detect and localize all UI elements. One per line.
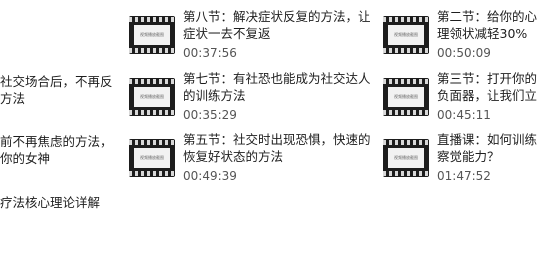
thumbnail-caption: 视频播放截图 bbox=[394, 155, 418, 160]
thumbnail-caption: 视频播放截图 bbox=[394, 94, 418, 99]
thumbnail-caption: 视频播放截图 bbox=[140, 155, 164, 160]
course-title: 第二节：给你的心理领状减轻30% bbox=[437, 9, 538, 41]
course-title-fragment[interactable]: 你的女神 bbox=[0, 150, 118, 167]
video-thumbnail-icon: 视频播放截图 bbox=[129, 16, 175, 54]
video-thumbnail-icon: 视频播放截图 bbox=[129, 78, 175, 116]
course-title: 第五节：社交时出现恐惧，快速的恢复好状态的方法 bbox=[183, 132, 371, 164]
course-title-fragment[interactable]: 前不再焦虑的方法， bbox=[0, 133, 118, 150]
course-title-fragment[interactable]: 疗法核心理论详解 bbox=[0, 194, 118, 211]
video-thumbnail-icon: 视频播放截图 bbox=[383, 139, 429, 177]
course-duration: 00:45:11 bbox=[437, 108, 491, 122]
course-list-page: { "left_fragments": [ "社交场合后，不再反", "方法",… bbox=[0, 0, 550, 269]
course-duration: 00:35:29 bbox=[183, 108, 237, 122]
course-duration: 00:37:56 bbox=[183, 46, 237, 60]
thumbnail-caption: 视频播放截图 bbox=[140, 94, 164, 99]
course-title: 第八节：解决症状反复的方法，让症状一去不复返 bbox=[183, 9, 371, 41]
course-card[interactable]: 视频播放截图 第三节：打开你的负面器，让我们立刻轻松起 00:45:11 bbox=[383, 66, 550, 128]
course-card[interactable]: 视频播放截图 第二节：给你的心理领状减轻30% 00:50:09 bbox=[383, 4, 550, 66]
course-title-fragment[interactable]: 方法 bbox=[0, 90, 118, 107]
course-title: 直播课：如何训练察觉能力？ bbox=[437, 132, 538, 164]
course-duration: 00:50:09 bbox=[437, 46, 491, 60]
video-thumbnail-icon: 视频播放截图 bbox=[129, 139, 175, 177]
course-card[interactable]: 视频播放截图 第五节：社交时出现恐惧，快速的恢复好状态的方法 00:49:39 bbox=[129, 127, 371, 189]
course-title: 第三节：打开你的负面器，让我们立刻轻松起 bbox=[437, 71, 538, 103]
course-card[interactable]: 视频播放截图 直播课：如何训练察觉能力？ 01:47:52 bbox=[383, 127, 550, 189]
thumbnail-caption: 视频播放截图 bbox=[394, 32, 418, 37]
course-title-fragment[interactable]: 社交场合后，不再反 bbox=[0, 73, 118, 90]
course-card[interactable]: 视频播放截图 第七节：有社恐也能成为社交达人的训练方法 00:35:29 bbox=[129, 66, 371, 128]
thumbnail-caption: 视频播放截图 bbox=[140, 32, 164, 37]
video-thumbnail-icon: 视频播放截图 bbox=[383, 16, 429, 54]
course-duration: 00:49:39 bbox=[183, 169, 237, 183]
course-card[interactable]: 视频播放截图 第八节：解决症状反复的方法，让症状一去不复返 00:37:56 bbox=[129, 4, 371, 66]
course-title: 第七节：有社恐也能成为社交达人的训练方法 bbox=[183, 71, 371, 103]
course-duration: 01:47:52 bbox=[437, 169, 491, 183]
video-thumbnail-icon: 视频播放截图 bbox=[383, 78, 429, 116]
